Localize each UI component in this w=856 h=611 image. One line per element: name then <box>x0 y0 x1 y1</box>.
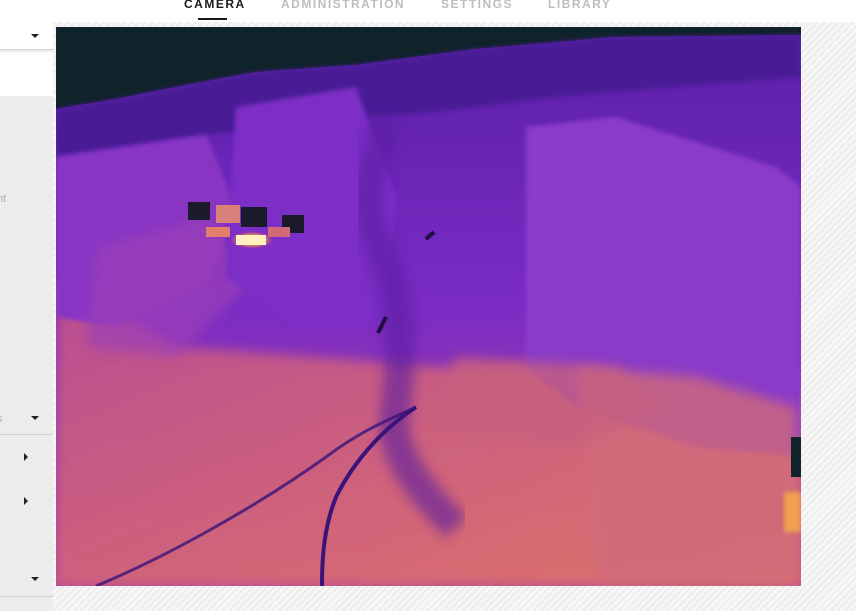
sidebar-dropdown-top[interactable] <box>0 22 53 50</box>
active-tab-indicator <box>198 18 227 20</box>
tab-library[interactable]: LIBRARY <box>548 0 611 11</box>
chevron-down-icon <box>31 34 39 38</box>
chevron-down-icon[interactable] <box>31 416 39 420</box>
thermal-camera-image[interactable] <box>56 27 801 586</box>
divider <box>0 596 53 597</box>
tab-settings[interactable]: SETTINGS <box>441 0 513 11</box>
divider <box>0 434 53 435</box>
sidebar-panel: nt s <box>0 22 53 611</box>
thermal-image-render <box>56 27 801 586</box>
sidebar-clipped-label: nt <box>0 193 7 205</box>
chevron-right-icon[interactable] <box>24 497 28 505</box>
chevron-down-icon[interactable] <box>31 577 39 581</box>
tab-administration[interactable]: ADMINISTRATION <box>281 0 405 11</box>
sidebar-input-area[interactable] <box>0 52 53 96</box>
sidebar-clipped-label-2: s <box>0 413 3 425</box>
tab-camera[interactable]: CAMERA <box>184 0 246 11</box>
chevron-right-icon[interactable] <box>24 453 28 461</box>
top-navigation: CAMERA ADMINISTRATION SETTINGS LIBRARY <box>0 0 856 22</box>
